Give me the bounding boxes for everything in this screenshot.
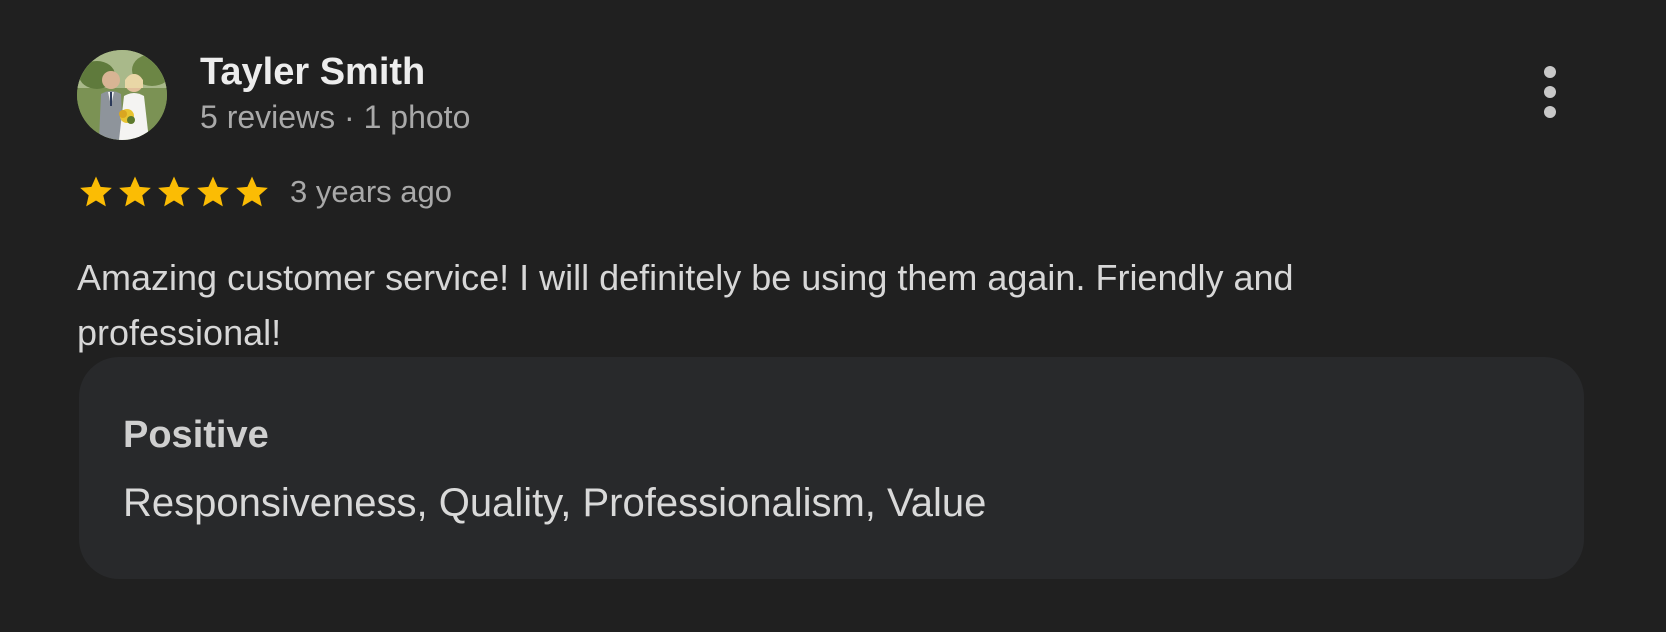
avatar-photo [77,50,167,140]
star-icon [158,176,190,207]
review-text: Amazing customer service! I will definit… [77,257,1294,353]
highlights-box: Positive Responsiveness, Quality, Profes… [79,357,1584,579]
review-card: Tayler Smith 5 reviews · 1 photo 3 years… [0,0,1666,632]
more-options-button[interactable] [1530,66,1570,122]
avatar[interactable] [77,50,167,140]
star-rating [77,172,272,212]
highlights-title: Positive [123,414,269,456]
reviewer-meta: 5 reviews · 1 photo [200,99,471,135]
star-icon [80,176,112,207]
star-icon [119,176,151,207]
review-date: 3 years ago [290,174,452,209]
highlights-values: Responsiveness, Quality, Professionalism… [123,481,987,525]
star-icon [197,176,229,207]
star-icon [236,176,268,207]
reviewer-name[interactable]: Tayler Smith [200,50,425,94]
